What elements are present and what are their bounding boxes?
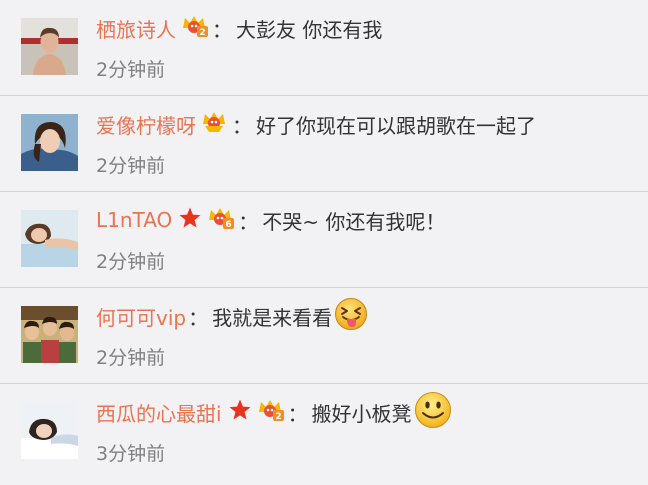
boy-shirtless-icon — [21, 18, 78, 75]
colon: ： — [238, 209, 259, 234]
colon: ： — [232, 113, 252, 138]
timestamp: 2分钟前 — [96, 347, 166, 369]
username[interactable]: 何可可vip — [96, 302, 186, 331]
colon: ： — [212, 17, 232, 42]
star-icon[interactable] — [228, 398, 252, 427]
comment-text: 大彭友 你还有我 — [236, 17, 383, 42]
smile-emoji-icon — [414, 391, 452, 434]
avatar[interactable] — [21, 210, 78, 267]
comment-item: 西瓜的心最甜i 2 ： 搬好小板凳 3分钟前 — [0, 384, 648, 480]
username[interactable]: L1nTAO — [96, 208, 172, 232]
avatar[interactable] — [21, 18, 78, 75]
comment-text: 不哭~ 你还有我呢！ — [262, 209, 446, 234]
group-photo-icon — [21, 306, 78, 363]
username[interactable]: 爱像柠檬呀 — [96, 110, 196, 139]
badge-level-number: 2 — [199, 28, 205, 38]
username[interactable]: 西瓜的心最甜i — [96, 398, 222, 427]
girl-in-bed-icon — [21, 402, 78, 459]
comment-list: 栖旅诗人 2 ： 大彭友 你还有我 2分钟前 爱像柠檬呀 ： 好了你现在可以跟胡… — [0, 0, 648, 480]
timestamp: 2分钟前 — [96, 59, 166, 81]
vip-crown-badge-icon[interactable]: 2 — [180, 14, 210, 43]
comment-text: 搬好小板凳 — [311, 401, 412, 426]
avatar[interactable] — [21, 114, 78, 171]
tongue-squint-emoji-icon — [334, 297, 368, 336]
timestamp: 2分钟前 — [96, 251, 166, 273]
comment-item: 何可可vip ： 我就是来看看 2分钟前 — [0, 288, 648, 384]
avatar[interactable] — [21, 306, 78, 363]
comment-text: 好了你现在可以跟胡歌在一起了 — [256, 113, 536, 138]
badge-level-number: 2 — [275, 412, 281, 422]
vip-crown-badge-icon[interactable]: 2 — [256, 398, 286, 427]
timestamp: 3分钟前 — [96, 443, 166, 465]
badge-level-number: 6 — [226, 220, 232, 230]
woman-lying-icon — [21, 210, 78, 267]
girl-portrait-icon — [21, 114, 78, 171]
colon: ： — [287, 401, 308, 426]
star-icon[interactable] — [178, 206, 202, 235]
timestamp: 2分钟前 — [96, 155, 166, 177]
avatar[interactable] — [21, 402, 78, 459]
vip-crown-badge-icon[interactable]: 6 — [206, 206, 236, 235]
comment-text: 我就是来看看 — [212, 305, 333, 330]
comment-item: L1nTAO 6 ： 不哭~ 你还有我呢！ 2分钟前 — [0, 192, 648, 288]
vip-crown-badge-icon[interactable] — [200, 110, 230, 139]
username[interactable]: 栖旅诗人 — [96, 14, 176, 43]
comment-item: 爱像柠檬呀 ： 好了你现在可以跟胡歌在一起了 2分钟前 — [0, 96, 648, 192]
colon: ： — [188, 305, 209, 330]
comment-item: 栖旅诗人 2 ： 大彭友 你还有我 2分钟前 — [0, 0, 648, 96]
